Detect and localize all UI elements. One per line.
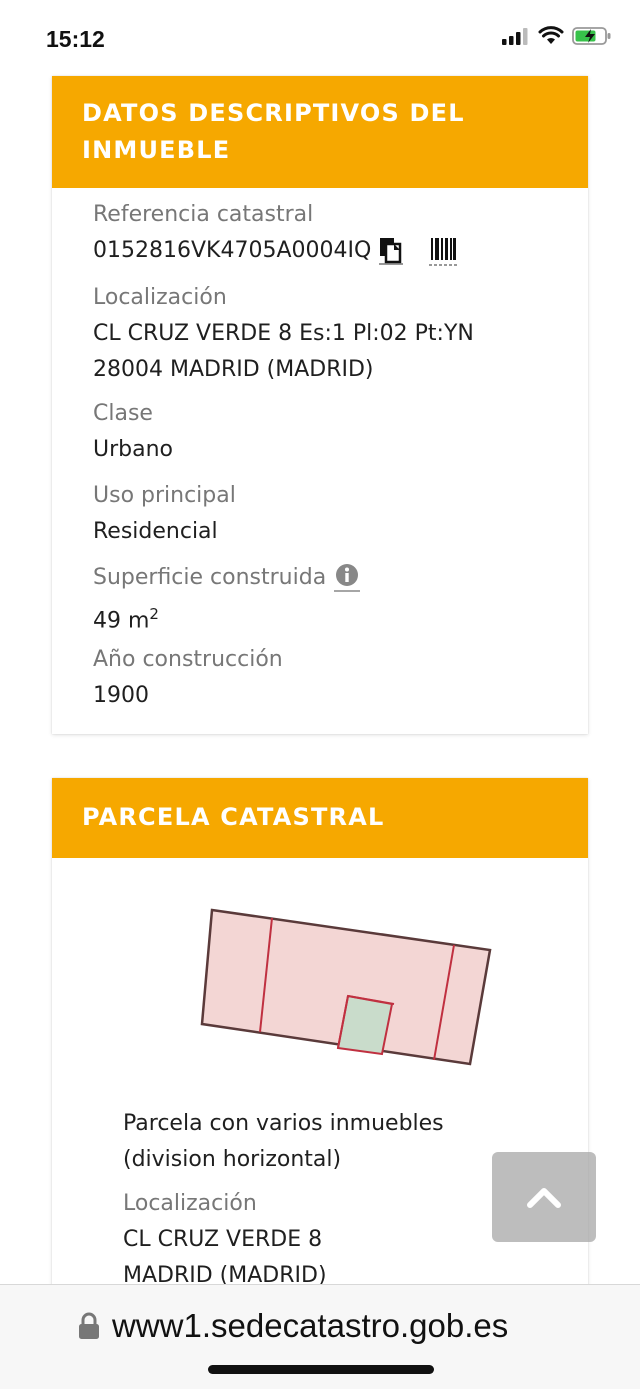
built-area-value: 49 m [93, 608, 150, 634]
cellular-signal-icon [502, 28, 528, 45]
construction-year-label: Año construcción [93, 647, 283, 672]
built-area-label-row: Superficie construida [93, 560, 573, 596]
status-icons [502, 26, 612, 46]
status-time: 15:12 [46, 26, 105, 52]
construction-year-field: Año construcción 1900 [93, 642, 573, 714]
location-label: Localización [93, 285, 227, 310]
property-details-card: DATOS DESCRIPTIVOS DEL INMUEBLE Referenc… [52, 76, 588, 734]
cadastral-parcel-title: PARCELA CATASTRAL [82, 803, 385, 831]
info-icon[interactable] [334, 563, 361, 593]
browser-address-bar: www1.sedecatastro.gob.es [0, 1284, 640, 1389]
location-field: Localización CL CRUZ VERDE 8 Es:1 Pl:02 … [93, 280, 573, 388]
built-area-value-row: 49 m2 [93, 596, 573, 639]
cadastral-reference-label: Referencia catastral [93, 202, 314, 227]
cadastral-parcel-card: PARCELA CATASTRAL Parcela con varios inm… [52, 778, 588, 1338]
main-use-label: Uso principal [93, 483, 236, 508]
cadastral-reference-value: 0152816VK4705A0004IQ [93, 238, 372, 263]
construction-year-value: 1900 [93, 683, 149, 708]
class-label: Clase [93, 401, 153, 426]
cadastral-parcel-header: PARCELA CATASTRAL [52, 778, 588, 858]
property-details-title-line1: DATOS DESCRIPTIVOS DEL [82, 99, 465, 127]
status-bar: 15:12 [0, 0, 640, 78]
barcode-icon[interactable] [429, 236, 458, 266]
built-area-label: Superficie construida [93, 565, 327, 590]
main-use-value: Residencial [93, 519, 218, 544]
built-area-field: Superficie construida 49 m2 [93, 560, 573, 639]
property-details-header: DATOS DESCRIPTIVOS DEL INMUEBLE [52, 76, 588, 188]
copy-icon[interactable] [379, 237, 404, 265]
scroll-to-top-button[interactable] [492, 1152, 596, 1242]
location-line2: 28004 MADRID (MADRID) [93, 357, 374, 382]
wifi-icon [538, 26, 564, 44]
parcel-map-image[interactable] [200, 902, 500, 1072]
cadastral-reference-row: 0152816VK4705A0004IQ [93, 233, 573, 269]
lock-icon [79, 1312, 99, 1339]
chevron-up-icon [527, 1188, 561, 1208]
class-value: Urbano [93, 437, 173, 462]
home-indicator[interactable] [208, 1365, 434, 1374]
url-text[interactable]: www1.sedecatastro.gob.es [112, 1307, 508, 1345]
url-row[interactable]: www1.sedecatastro.gob.es [78, 1307, 508, 1345]
built-area-unit-superscript: 2 [149, 605, 159, 623]
property-details-title-line2: INMUEBLE [82, 136, 231, 164]
location-line1: CL CRUZ VERDE 8 Es:1 Pl:02 Pt:YN [93, 321, 474, 346]
parcel-description-line1: Parcela con varios inmuebles [123, 1111, 444, 1136]
battery-charging-icon [572, 27, 611, 45]
main-use-field: Uso principal Residencial [93, 478, 573, 550]
class-field: Clase Urbano [93, 396, 573, 468]
cadastral-reference-field: Referencia catastral 0152816VK4705A0004I… [93, 197, 573, 269]
